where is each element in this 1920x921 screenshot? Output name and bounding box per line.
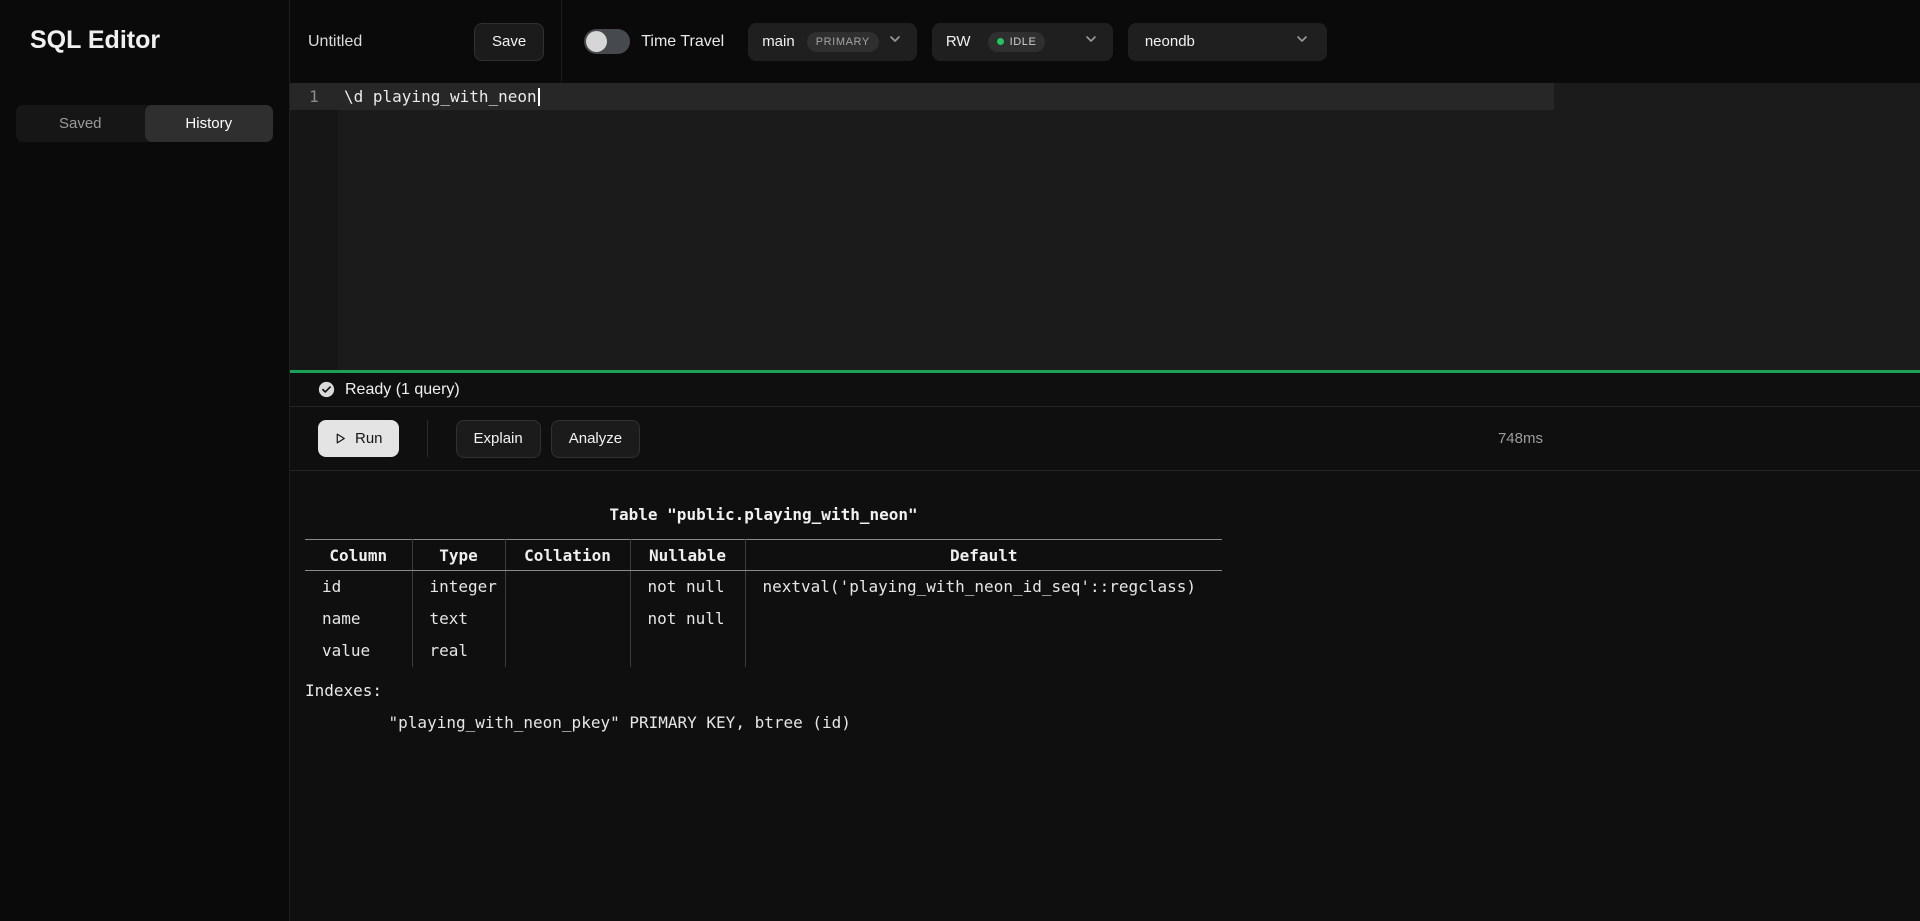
chevron-down-icon — [1083, 31, 1099, 52]
indexes-label: Indexes: — [305, 681, 1920, 700]
index-entry: "playing_with_neon_pkey" PRIMARY KEY, bt… — [305, 713, 1920, 732]
compute-select[interactable]: RW IDLE — [932, 23, 1113, 61]
chevron-down-icon — [887, 31, 903, 52]
run-button-label: Run — [355, 430, 383, 447]
sql-query-text: \d playing_with_neon — [338, 87, 537, 106]
query-title[interactable]: Untitled — [308, 33, 474, 51]
tab-saved[interactable]: Saved — [16, 105, 145, 142]
column-header: Column — [305, 540, 412, 571]
status-dot-icon — [997, 38, 1004, 45]
sql-code-editor[interactable]: 1 \d playing_with_neon — [290, 83, 1920, 370]
sidebar: SQL Editor Saved History — [0, 0, 290, 921]
branch-select[interactable]: main PRIMARY — [748, 23, 917, 61]
line-number: 1 — [290, 87, 338, 106]
query-duration: 748ms — [1498, 430, 1543, 447]
results-table: Column Type Collation Nullable Default i… — [305, 539, 1222, 667]
database-select[interactable]: neondb — [1128, 23, 1327, 61]
cell: name — [305, 603, 412, 635]
column-header: Collation — [505, 540, 630, 571]
table-row: id integer not null nextval('playing_wit… — [305, 571, 1222, 603]
actions-bar: Run Explain Analyze 748ms — [290, 407, 1920, 471]
save-button[interactable]: Save — [474, 23, 544, 61]
database-name: neondb — [1145, 33, 1195, 50]
cell — [505, 635, 630, 667]
cell — [505, 603, 630, 635]
cell: text — [412, 603, 505, 635]
editor-active-line: 1 \d playing_with_neon — [290, 83, 1554, 110]
compute-name: RW — [946, 33, 971, 50]
column-header: Type — [412, 540, 505, 571]
table-row: name text not null — [305, 603, 1222, 635]
topbar-divider — [561, 0, 562, 83]
tab-history[interactable]: History — [145, 105, 274, 142]
page-title: SQL Editor — [0, 0, 289, 55]
time-travel-label: Time Travel — [641, 33, 724, 51]
cell — [505, 571, 630, 603]
text-caret — [538, 88, 540, 106]
topbar: Untitled Save Time Travel main PRIMARY R… — [290, 0, 1920, 83]
play-icon — [334, 432, 347, 445]
status-text: Ready (1 query) — [345, 381, 460, 399]
analyze-button[interactable]: Analyze — [551, 420, 640, 458]
table-row: value real — [305, 635, 1222, 667]
editor-gutter — [290, 83, 338, 370]
compute-status: IDLE — [1010, 36, 1037, 48]
column-header: Default — [745, 540, 1222, 571]
query-results: Table "public.playing_with_neon" Column … — [290, 471, 1920, 921]
main-panel: Untitled Save Time Travel main PRIMARY R… — [290, 0, 1920, 921]
cell: integer — [412, 571, 505, 603]
cell — [745, 635, 1222, 667]
branch-name: main — [762, 33, 795, 50]
column-header: Nullable — [630, 540, 745, 571]
actions-divider — [427, 420, 428, 457]
ready-check-icon — [318, 381, 335, 398]
explain-button[interactable]: Explain — [456, 420, 541, 458]
idle-status-badge: IDLE — [988, 32, 1046, 52]
toggle-knob — [586, 31, 607, 52]
cell: id — [305, 571, 412, 603]
status-bar: Ready (1 query) — [290, 373, 1920, 407]
cell — [745, 603, 1222, 635]
sql-editor-app: SQL Editor Saved History Untitled Save T… — [0, 0, 1920, 921]
saved-history-tabs: Saved History — [16, 105, 273, 142]
results-table-title: Table "public.playing_with_neon" — [305, 505, 1222, 524]
cell: not null — [630, 603, 745, 635]
run-button[interactable]: Run — [318, 420, 399, 457]
primary-badge: PRIMARY — [807, 32, 879, 52]
cell: real — [412, 635, 505, 667]
cell — [630, 635, 745, 667]
cell: not null — [630, 571, 745, 603]
chevron-down-icon — [1294, 31, 1310, 52]
results-header-row: Column Type Collation Nullable Default — [305, 540, 1222, 571]
cell: value — [305, 635, 412, 667]
cell: nextval('playing_with_neon_id_seq'::regc… — [745, 571, 1222, 603]
time-travel-toggle[interactable] — [584, 29, 630, 54]
